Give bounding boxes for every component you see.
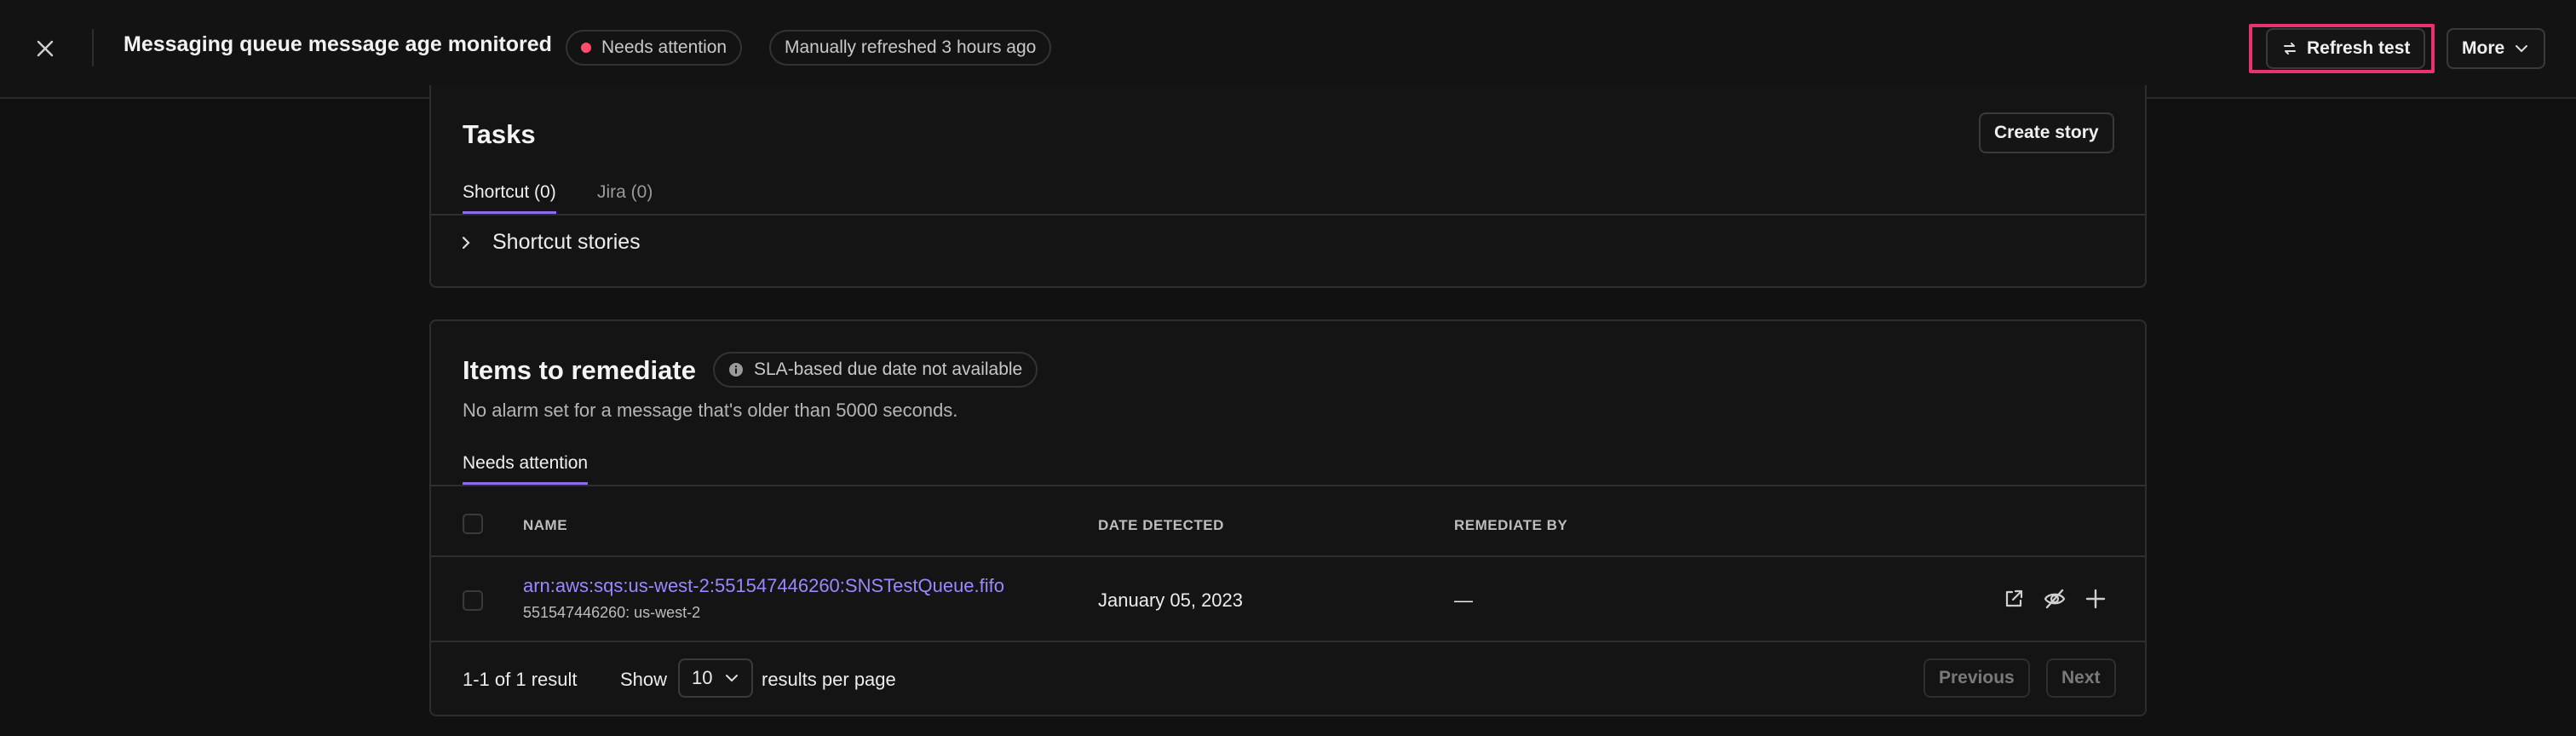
tab-jira[interactable]: Jira (0)	[597, 182, 653, 211]
row-checkbox[interactable]	[463, 590, 483, 611]
tab-needs-attention[interactable]: Needs attention	[463, 453, 589, 485]
next-page-button[interactable]: Next	[2046, 658, 2116, 698]
external-link-icon	[2005, 589, 2023, 607]
tasks-title: Tasks	[463, 119, 536, 149]
close-button[interactable]	[32, 36, 58, 61]
tab-shortcut[interactable]: Shortcut (0)	[463, 182, 556, 214]
create-story-label: Create story	[1994, 123, 2099, 142]
tabs-divider	[431, 214, 2145, 216]
chevron-right-icon	[462, 236, 470, 249]
status-badge: Needs attention	[566, 30, 743, 66]
table-header-divider	[431, 555, 2145, 557]
per-page-label: results per page	[762, 669, 896, 690]
plus-icon	[2085, 589, 2106, 609]
add-task-button[interactable]	[2081, 584, 2110, 613]
refresh-test-button[interactable]: Refresh test	[2266, 28, 2426, 69]
remediate-title: Items to remediate	[463, 355, 696, 385]
resource-account-region: 551547446260: us-west-2	[523, 604, 701, 621]
items-to-remediate-panel: Items to remediate SLA-based due date no…	[429, 319, 2147, 716]
status-badge-label: Needs attention	[601, 37, 727, 57]
header-divider	[92, 29, 94, 66]
top-bar: Messaging queue message age monitored Ne…	[0, 0, 2576, 99]
column-header-remediate-by[interactable]: REMEDIATE BY	[1454, 517, 1567, 534]
remediate-by-value: —	[1454, 589, 1473, 611]
chevron-down-icon	[726, 675, 739, 682]
column-header-date-detected[interactable]: DATE DETECTED	[1098, 517, 1224, 534]
select-all-checkbox[interactable]	[463, 514, 483, 534]
table-footer-divider	[431, 641, 2145, 642]
tasks-panel: Tasks Create story Shortcut (0) Jira (0)…	[429, 85, 2147, 288]
tabs-divider	[431, 485, 2145, 486]
date-detected-value: January 05, 2023	[1098, 589, 1244, 611]
show-label: Show	[620, 669, 668, 690]
refresh-icon	[2284, 43, 2296, 55]
status-dot-icon	[581, 43, 591, 53]
next-label: Next	[2061, 668, 2101, 687]
chevron-down-icon	[2516, 45, 2528, 53]
remediate-description: No alarm set for a message that's older …	[463, 400, 958, 421]
close-icon	[37, 40, 54, 57]
resource-name-link[interactable]: arn:aws:sqs:us-west-2:551547446260:SNSTe…	[523, 575, 1004, 597]
shortcut-stories-toggle[interactable]: Shortcut stories	[457, 230, 641, 255]
result-count: 1-1 of 1 result	[463, 669, 578, 690]
shortcut-stories-label: Shortcut stories	[492, 230, 641, 254]
create-story-button[interactable]: Create story	[1979, 112, 2114, 153]
sla-badge-label: SLA-based due date not available	[754, 359, 1023, 379]
more-label: More	[2462, 38, 2505, 58]
sla-badge: SLA-based due date not available	[713, 352, 1038, 388]
per-page-select[interactable]: 10	[678, 658, 754, 698]
per-page-value: 10	[692, 667, 713, 688]
previous-page-button[interactable]: Previous	[1923, 658, 2030, 698]
page-title: Messaging queue message age monitored	[124, 32, 552, 56]
eye-off-icon	[2044, 589, 2066, 609]
previous-label: Previous	[1939, 668, 2015, 687]
more-button[interactable]: More	[2447, 28, 2546, 69]
column-header-name[interactable]: NAME	[523, 517, 567, 534]
refresh-info-label: Manually refreshed 3 hours ago	[785, 37, 1037, 57]
info-icon	[729, 363, 743, 377]
refresh-info-badge: Manually refreshed 3 hours ago	[769, 30, 1052, 66]
refresh-test-label: Refresh test	[2307, 38, 2411, 58]
hide-item-button[interactable]	[2040, 584, 2069, 613]
open-external-button[interactable]	[1999, 584, 2028, 613]
